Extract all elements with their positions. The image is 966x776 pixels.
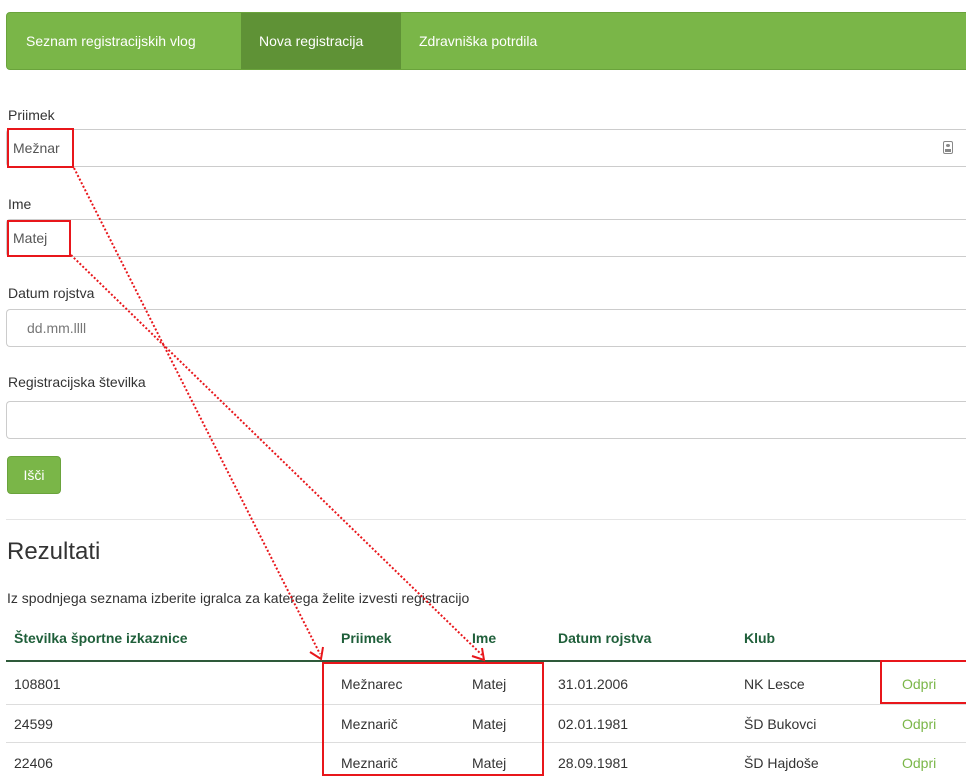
results-title: Rezultati (7, 538, 101, 565)
name-value: Matej (13, 230, 48, 246)
header-club[interactable]: Klub (744, 630, 775, 646)
surname-label: Priimek (8, 107, 55, 123)
row-3-birth-date: 28.09.1981 (558, 755, 629, 771)
header-surname[interactable]: Priimek (341, 630, 392, 646)
header-underline (6, 660, 966, 662)
row-1-name: Matej (472, 676, 507, 692)
results-subtitle: Iz spodnjega seznama izberite igralca za… (7, 590, 470, 606)
search-button[interactable]: Išči (7, 456, 61, 494)
row-divider (6, 704, 966, 705)
surname-input[interactable]: Mežnar (6, 129, 966, 167)
row-1-card-number: 108801 (14, 676, 61, 692)
header-birth-date[interactable]: Datum rojstva (558, 630, 651, 646)
row-3-surname: Meznarič (341, 755, 398, 771)
arrowhead-surname (309, 646, 324, 661)
row-2-card-number: 24599 (14, 716, 53, 732)
row-3-open-link[interactable]: Odpri (902, 755, 936, 771)
header-card-number[interactable]: Številka športne izkaznice (14, 630, 188, 646)
tab-medical-certificates[interactable]: Zdravniška potrdila (401, 13, 561, 69)
row-divider (6, 742, 966, 743)
row-1-open-link[interactable]: Odpri (902, 676, 936, 692)
row-2-surname: Meznarič (341, 716, 398, 732)
name-input[interactable]: Matej (6, 219, 966, 257)
tab-registration-list[interactable]: Seznam registracijskih vlog (8, 13, 241, 69)
row-2-name: Matej (472, 716, 507, 732)
birth-date-label: Datum rojstva (8, 285, 95, 301)
arrowhead-name (471, 647, 486, 662)
row-2-birth-date: 02.01.1981 (558, 716, 629, 732)
tab-new-registration[interactable]: Nova registracija (241, 13, 401, 69)
birth-date-input[interactable]: dd.mm.llll (6, 309, 966, 347)
divider (6, 519, 966, 520)
birth-date-placeholder: dd.mm.llll (27, 320, 87, 336)
header-name[interactable]: Ime (472, 630, 496, 646)
row-3-club: ŠD Hajdoše (744, 755, 819, 771)
registration-number-label: Registracijska številka (8, 374, 146, 390)
surname-value: Mežnar (13, 140, 60, 156)
row-3-card-number: 22406 (14, 755, 53, 771)
registration-number-input[interactable] (6, 401, 966, 439)
name-label: Ime (8, 196, 32, 212)
main-navbar: Seznam registracijskih vlog Nova registr… (6, 12, 966, 70)
row-1-surname: Mežnarec (341, 676, 403, 692)
row-2-open-link[interactable]: Odpri (902, 716, 936, 732)
row-1-club: NK Lesce (744, 676, 805, 692)
contact-card-icon (943, 141, 953, 154)
row-3-name: Matej (472, 755, 507, 771)
row-1-birth-date: 31.01.2006 (558, 676, 629, 692)
row-2-club: ŠD Bukovci (744, 716, 817, 732)
